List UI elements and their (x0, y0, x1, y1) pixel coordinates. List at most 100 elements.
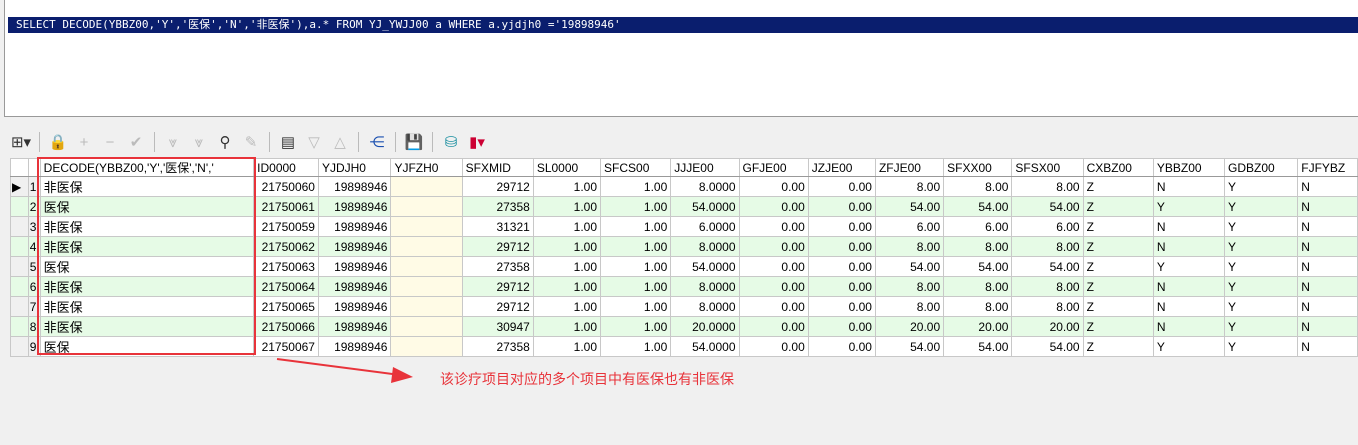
cell-yjdjh0[interactable]: 19898946 (317, 296, 392, 317)
last-icon[interactable]: ⩔ (188, 134, 210, 151)
cell-sfxmid[interactable]: 29712 (461, 276, 534, 297)
cell-cxbz00[interactable]: Z (1082, 176, 1154, 197)
tree-icon[interactable]: ⋲ (366, 133, 388, 151)
cell-yjdjh0[interactable]: 19898946 (317, 216, 392, 237)
column-header-gfje00[interactable]: GFJE00 (738, 158, 809, 177)
cell-gdbz00[interactable]: Y (1224, 216, 1299, 237)
cell-ybbz00[interactable]: N (1152, 236, 1226, 257)
cell-sfcs00[interactable]: 1.00 (600, 176, 672, 197)
cell-gdbz00[interactable]: Y (1224, 276, 1299, 297)
cell-sfsx00[interactable]: 6.00 (1011, 216, 1084, 237)
cell-sfcs00[interactable]: 1.00 (600, 336, 672, 357)
cell-yjdjh0[interactable]: 19898946 (317, 316, 392, 337)
column-header-ybbz00[interactable]: YBBZ00 (1152, 158, 1226, 177)
cell-fjfybz[interactable]: N (1297, 216, 1358, 237)
cell-yjfzh0[interactable] (390, 196, 463, 217)
cell-sl0000[interactable]: 1.00 (532, 336, 602, 357)
cell-jjje00[interactable]: 8.0000 (670, 276, 740, 297)
cell-gdbz00[interactable]: Y (1224, 316, 1299, 337)
cell-id0000[interactable]: 21750060 (253, 176, 319, 197)
remove-icon[interactable]: − (99, 134, 121, 151)
cell-sfsx00[interactable]: 54.00 (1011, 196, 1084, 217)
cell-sfsx00[interactable]: 54.00 (1011, 336, 1084, 357)
cell-ybbz00[interactable]: N (1152, 176, 1226, 197)
cell-jzje00[interactable]: 0.00 (807, 236, 876, 257)
cell-ybbz00[interactable]: Y (1152, 336, 1226, 357)
cell-id0000[interactable]: 21750065 (253, 296, 319, 317)
column-header-yjdjh0[interactable]: YJDJH0 (317, 158, 392, 177)
cell-fjfybz[interactable]: N (1297, 236, 1358, 257)
cell-ybbz00[interactable]: N (1152, 316, 1226, 337)
cell-jjje00[interactable]: 8.0000 (670, 236, 740, 257)
column-header-fjfybz[interactable]: FJFYBZ (1297, 158, 1358, 177)
cell-yjfzh0[interactable] (390, 236, 463, 257)
cell-sl0000[interactable]: 1.00 (532, 256, 602, 277)
post-check-icon[interactable]: ✔ (125, 133, 147, 151)
column-header-sfxx00[interactable]: SFXX00 (943, 158, 1013, 177)
cell-fjfybz[interactable]: N (1297, 256, 1358, 277)
cell-cxbz00[interactable]: Z (1082, 276, 1154, 297)
cell-sfsx00[interactable]: 8.00 (1011, 236, 1084, 257)
cell-sfxmid[interactable]: 31321 (461, 216, 534, 237)
cell-yjdjh0[interactable]: 19898946 (317, 196, 392, 217)
cell-yjdjh0[interactable]: 19898946 (317, 256, 392, 277)
cell-sfcs00[interactable]: 1.00 (600, 236, 672, 257)
column-header-id0000[interactable]: ID0000 (253, 158, 319, 177)
cell-jjje00[interactable]: 8.0000 (670, 176, 740, 197)
cell-sl0000[interactable]: 1.00 (532, 296, 602, 317)
cell-gfje00[interactable]: 0.00 (738, 196, 809, 217)
cell-fjfybz[interactable]: N (1297, 296, 1358, 317)
cell-jzje00[interactable]: 0.00 (807, 316, 876, 337)
cell-yjdjh0[interactable]: 19898946 (317, 276, 392, 297)
cell-zfje00[interactable]: 8.00 (874, 276, 945, 297)
cell-sfsx00[interactable]: 8.00 (1011, 276, 1084, 297)
filter-up-icon[interactable]: △ (329, 133, 351, 151)
cell-sfcs00[interactable]: 1.00 (600, 276, 672, 297)
cell-zfje00[interactable]: 54.00 (874, 336, 945, 357)
column-header-yjfzh0[interactable]: YJFZH0 (390, 158, 463, 177)
filter-down-icon[interactable]: ▽ (303, 133, 325, 151)
cell-jzje00[interactable]: 0.00 (807, 296, 876, 317)
cell-gdbz00[interactable]: Y (1224, 296, 1299, 317)
sql-text[interactable]: SELECT DECODE(YBBZ00,'Y','医保','N','非医保')… (8, 17, 1358, 33)
cell-gfje00[interactable]: 0.00 (738, 216, 809, 237)
cell-jjje00[interactable]: 54.0000 (670, 256, 740, 277)
cell-sfsx00[interactable]: 54.00 (1011, 256, 1084, 277)
cell-sfsx00[interactable]: 8.00 (1011, 296, 1084, 317)
query-icon[interactable]: ▤ (277, 133, 299, 151)
cell-yjfzh0[interactable] (390, 256, 463, 277)
cell-fjfybz[interactable]: N (1297, 336, 1358, 357)
cell-jzje00[interactable]: 0.00 (807, 336, 876, 357)
cell-sl0000[interactable]: 1.00 (532, 316, 602, 337)
cell-sfcs00[interactable]: 1.00 (600, 316, 672, 337)
cell-yjdjh0[interactable]: 19898946 (317, 336, 392, 357)
cell-sfsx00[interactable]: 8.00 (1011, 176, 1084, 197)
cell-sfxmid[interactable]: 30947 (461, 316, 534, 337)
cell-gfje00[interactable]: 0.00 (738, 236, 809, 257)
cell-cxbz00[interactable]: Z (1082, 316, 1154, 337)
cell-cxbz00[interactable]: Z (1082, 236, 1154, 257)
cell-zfje00[interactable]: 6.00 (874, 216, 945, 237)
cell-sfxx00[interactable]: 8.00 (943, 236, 1013, 257)
clear-icon[interactable]: ✎ (240, 133, 262, 151)
cell-id0000[interactable]: 21750061 (253, 196, 319, 217)
cell-jjje00[interactable]: 20.0000 (670, 316, 740, 337)
cell-zfje00[interactable]: 54.00 (874, 256, 945, 277)
cell-ybbz00[interactable]: Y (1152, 256, 1226, 277)
cell-fjfybz[interactable]: N (1297, 316, 1358, 337)
cell-gdbz00[interactable]: Y (1224, 256, 1299, 277)
column-header-sfcs00[interactable]: SFCS00 (600, 158, 672, 177)
cell-sfxx00[interactable]: 8.00 (943, 296, 1013, 317)
cell-jjje00[interactable]: 54.0000 (670, 196, 740, 217)
cell-gdbz00[interactable]: Y (1224, 336, 1299, 357)
column-header-gdbz00[interactable]: GDBZ00 (1224, 158, 1299, 177)
lock-icon[interactable]: 🔒 (47, 133, 69, 151)
cell-jzje00[interactable]: 0.00 (807, 256, 876, 277)
cell-yjfzh0[interactable] (390, 216, 463, 237)
cell-cxbz00[interactable]: Z (1082, 196, 1154, 217)
cell-ybbz00[interactable]: Y (1152, 196, 1226, 217)
cell-sl0000[interactable]: 1.00 (532, 216, 602, 237)
cell-yjdjh0[interactable]: 19898946 (317, 176, 392, 197)
cell-sl0000[interactable]: 1.00 (532, 196, 602, 217)
chart-icon[interactable]: ▮▾ (466, 133, 488, 151)
